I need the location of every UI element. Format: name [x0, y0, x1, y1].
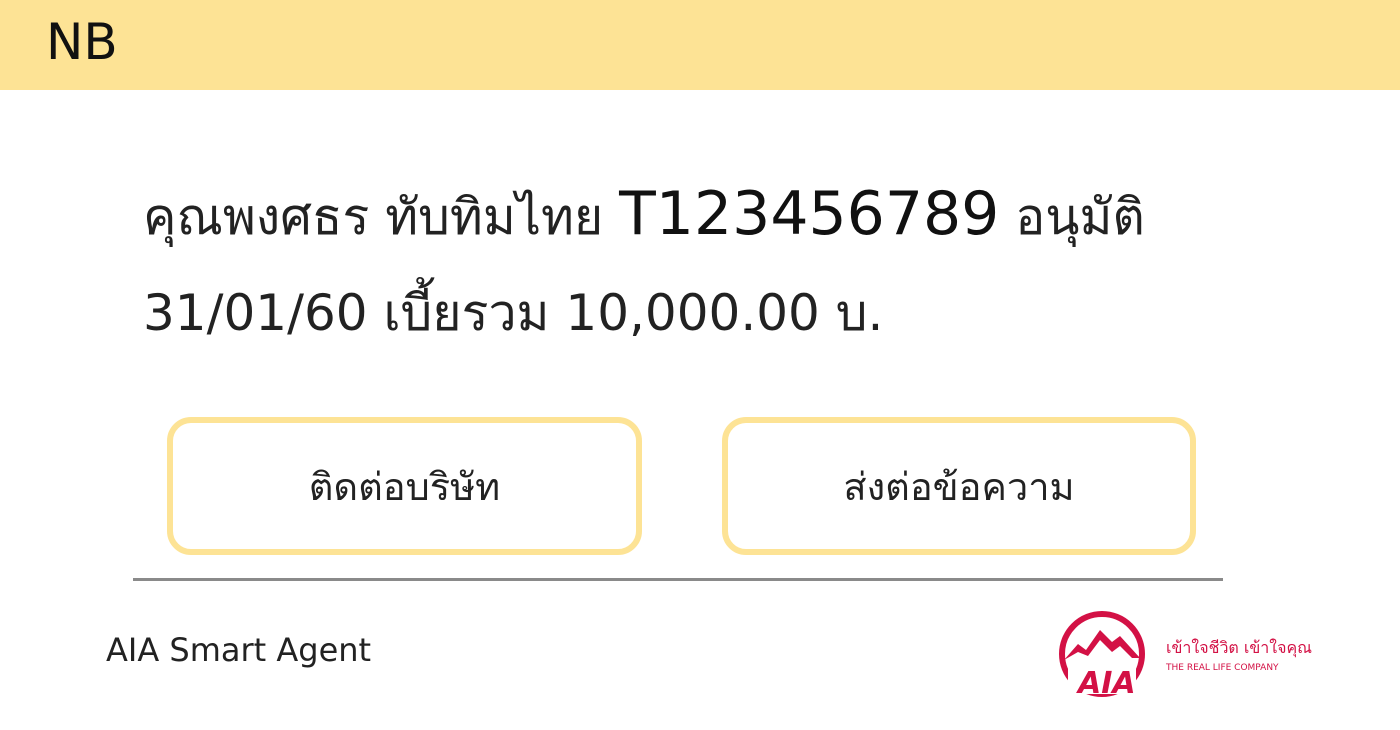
app-name: AIA Smart Agent — [106, 631, 372, 669]
currency-label: บ. — [835, 284, 884, 342]
forward-message-label: ส่งต่อข้อความ — [843, 464, 1075, 509]
notification-message-line-1: คุณพงศธร ทับทิมไทย T123456789 อนุมัติ — [143, 176, 1323, 255]
header-title: NB — [46, 13, 118, 71]
notification-message-line-2: 31/01/60 เบี้ยรวม 10,000.00 บ. — [143, 281, 1323, 345]
policy-number: T123456789 — [619, 179, 1000, 249]
premium-label: เบี้ยรวม — [383, 284, 550, 342]
approval-date: 31/01/60 — [143, 284, 368, 342]
premium-amount: 10,000.00 — [565, 284, 820, 342]
contact-company-button[interactable]: ติดต่อบริษัท — [167, 417, 642, 555]
approval-status: อนุมัติ — [1015, 188, 1145, 246]
header-bar: NB — [0, 0, 1400, 90]
logo-tagline-english: THE REAL LIFE COMPANY — [1166, 663, 1279, 673]
aia-logo: AIA เข้าใจชีวิต เข้าใจคุณ THE REAL LIFE … — [1056, 608, 1312, 708]
logo-tagline-thai: เข้าใจชีวิต เข้าใจคุณ — [1166, 638, 1313, 657]
forward-message-button[interactable]: ส่งต่อข้อความ — [722, 417, 1196, 555]
customer-name: คุณพงศธร ทับทิมไทย — [143, 188, 604, 246]
contact-company-label: ติดต่อบริษัท — [308, 464, 501, 509]
logo-text: AIA — [1078, 666, 1136, 701]
footer-divider — [133, 578, 1223, 581]
